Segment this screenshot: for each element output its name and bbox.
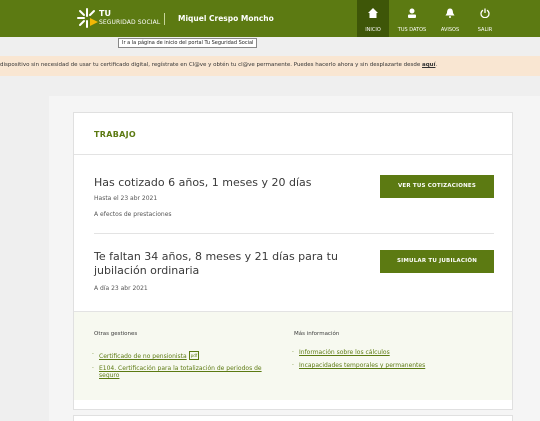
jubilacion-headline-2: jubilación ordinaria	[94, 264, 200, 277]
user-name: Miquel Crespo Moncho	[178, 14, 274, 23]
home-icon	[368, 8, 378, 18]
brand-tu: TU	[99, 9, 111, 18]
banner-message: dispositivo sin necesidad de usar tu cer…	[0, 62, 422, 68]
seguridad-social-logo[interactable]	[76, 7, 98, 29]
top-header: TU SEGURIDAD SOCIAL Miquel Crespo Moncho…	[0, 0, 540, 37]
section-divider	[94, 233, 494, 234]
ver-cotizaciones-button[interactable]: VER TUS COTIZACIONES	[380, 175, 494, 198]
nav-inicio-label: INICIO	[365, 27, 381, 33]
banner-end: .	[435, 62, 438, 68]
mas-informacion-heading: Más información	[294, 331, 340, 337]
bullet: ·	[92, 351, 94, 358]
card-title: TRABAJO	[94, 130, 136, 139]
banner-link[interactable]: aquí	[422, 62, 435, 68]
power-icon	[480, 8, 490, 18]
nav-salir-label: SALIR	[477, 27, 493, 33]
cotizado-note: A efectos de prestaciones	[94, 211, 172, 218]
link-certificado-no-pensionista[interactable]: Certificado de no pensionista pdf	[99, 351, 200, 360]
bullet: ·	[92, 365, 94, 372]
title-divider	[74, 154, 512, 155]
pdf-icon: pdf	[188, 351, 200, 360]
nav-inicio[interactable]: INICIO	[357, 0, 389, 37]
link-e104-line1: E104. Certificación para la totalización…	[99, 365, 262, 372]
user-icon	[408, 8, 416, 18]
nav-salir[interactable]: SALIR	[470, 0, 500, 37]
link-incapacidades[interactable]: Incapacidades temporales y permanentes	[299, 362, 425, 369]
nav-tus-datos[interactable]: TUS DATOS	[392, 0, 432, 37]
nav-avisos[interactable]: AVISOS	[435, 0, 465, 37]
link-e104-line2: seguro	[99, 372, 120, 379]
bullet: ·	[292, 349, 294, 356]
header-separator	[164, 13, 165, 25]
cotizado-headline: Has cotizado 6 años, 1 meses y 20 días	[94, 176, 312, 189]
clave-banner: dispositivo sin necesidad de usar tu cer…	[0, 56, 540, 76]
trabajo-card: TRABAJO Has cotizado 6 años, 1 meses y 2…	[73, 112, 513, 410]
nav-avisos-label: AVISOS	[440, 27, 460, 33]
bullet: ·	[292, 362, 294, 369]
banner-text: dispositivo sin necesidad de usar tu cer…	[0, 62, 437, 68]
jubilacion-headline-1: Te faltan 34 años, 8 meses y 21 días par…	[94, 250, 338, 263]
brand-text[interactable]: TU SEGURIDAD SOCIAL	[99, 10, 160, 26]
link-e104[interactable]: E104. Certificación para la totalización…	[99, 365, 262, 379]
cotizado-date: Hasta el 23 abr 2021	[94, 195, 158, 202]
simular-jubilacion-button[interactable]: SIMULAR TU JUBILACIÓN	[380, 250, 494, 273]
jubilacion-date: A día 23 abr 2021	[94, 285, 148, 292]
link-informacion-calculos[interactable]: Información sobre los cálculos	[299, 349, 390, 356]
link-certificado-label: Certificado de no pensionista	[99, 353, 187, 360]
bell-icon	[445, 8, 455, 18]
otras-gestiones-heading: Otras gestiones	[94, 331, 138, 337]
brand-subtitle: SEGURIDAD SOCIAL	[99, 19, 161, 26]
next-card	[73, 415, 513, 421]
home-tooltip: Ir a la página de inicio del portal Tu S…	[118, 38, 258, 48]
nav-tus-datos-label: TUS DATOS	[397, 27, 427, 33]
gestiones-panel: Otras gestiones · Certificado de no pens…	[74, 311, 512, 400]
